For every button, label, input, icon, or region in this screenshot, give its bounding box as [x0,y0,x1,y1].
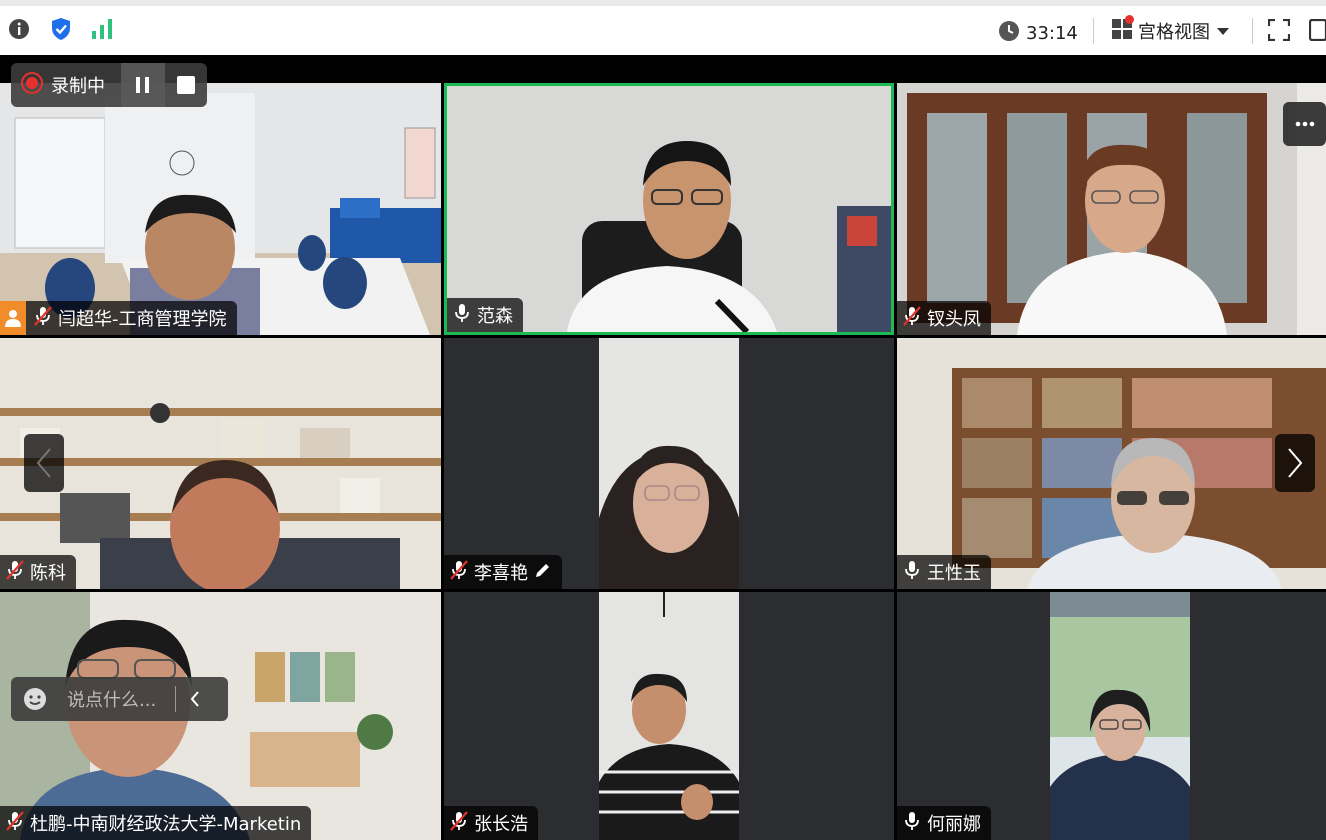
pencil-icon [534,561,552,584]
pause-icon [136,77,149,93]
chevron-left-icon [190,691,199,707]
divider [175,686,176,712]
recording-status: 录制中 [51,76,105,97]
timer-text: 33:14 [1026,23,1078,44]
grid-view-icon [1112,14,1134,44]
participant-label: 张长浩 [444,806,538,840]
mic-muted-icon [450,810,468,836]
smiley-icon [24,688,46,710]
mic-muted-icon [450,559,468,585]
divider [1252,18,1253,44]
mic-icon [903,560,921,585]
stop-recording-button[interactable] [177,76,195,94]
video-tile[interactable]: 何丽娜 [897,592,1326,840]
mic-icon [453,303,471,328]
signal-icon[interactable] [92,19,114,43]
chat-input[interactable]: 说点什么... [67,686,167,712]
mic-muted-icon [6,559,24,585]
mic-icon [903,811,921,836]
video-frame [0,83,441,335]
participant-label: 李喜艳 [444,555,562,589]
video-tile[interactable]: 王性玉 [897,338,1326,589]
more-options-button[interactable] [1283,102,1326,146]
video-tile[interactable]: 陈科 [0,338,441,589]
mic-muted-icon [903,305,921,331]
video-tile[interactable]: 李喜艳 [444,338,894,589]
participant-label: 陈科 [0,555,76,589]
participant-name: 李喜艳 [474,563,528,584]
participant-name: 范森 [477,306,513,327]
clock-icon [998,20,1020,47]
chevron-down-icon [1216,21,1230,42]
emoji-button[interactable] [23,687,47,711]
prev-page-button[interactable] [24,434,64,492]
record-indicator-icon [21,71,43,99]
stop-icon [177,76,195,94]
video-tile[interactable]: 闫超华-工商管理学院 [0,83,441,335]
video-tile[interactable]: 张长浩 [444,592,894,840]
video-tile[interactable]: 钗头凤 [897,83,1326,335]
participant-name: 钗头凤 [927,309,981,330]
video-frame [0,338,441,589]
video-frame [897,338,1326,589]
mic-muted-icon [6,810,24,836]
shield-check-icon[interactable] [50,17,72,45]
participant-label: 钗头凤 [897,301,991,335]
pause-recording-button[interactable] [121,63,165,107]
participant-name: 闫超华-工商管理学院 [58,309,227,330]
more-dots-icon [1295,121,1314,127]
notification-dot [1125,14,1134,24]
video-frame [599,592,739,840]
collapse-chat-button[interactable] [190,691,200,707]
recording-bar: 录制中 [11,63,207,107]
chevron-left-icon [36,448,51,478]
participant-label: 何丽娜 [897,806,991,840]
participant-name: 何丽娜 [927,814,981,835]
video-frame [599,338,739,589]
fullscreen-icon[interactable] [1267,18,1291,45]
chat-input-bar: 说点什么... [11,677,228,721]
top-toolbar: 33:14 宫格视图 [0,0,1326,55]
video-frame [897,83,1326,335]
participant-label: 杜鹏-中南财经政法大学-Marketin [0,806,312,840]
mic-muted-icon [34,305,52,331]
info-icon[interactable] [8,18,30,44]
layout-label: 宫格视图 [1138,22,1210,43]
video-frame [1050,592,1190,840]
layout-switch-button[interactable]: 宫格视图 [1112,14,1230,44]
participant-name: 王性玉 [927,563,981,584]
participant-name: 张长浩 [474,814,528,835]
divider [1093,18,1094,44]
video-frame [447,86,891,332]
participant-label: 闫超华-工商管理学院 [0,301,237,335]
video-grid: 闫超华-工商管理学院 范森 钗头凤 陈科 李喜艳 王性玉 杜鹏-中南财经政法大学… [0,83,1326,840]
participant-label: 王性玉 [897,555,991,589]
participant-name: 杜鹏-中南财经政法大学-Marketin [30,814,302,835]
meeting-timer: 33:14 [998,20,1078,47]
chevron-right-icon [1288,448,1303,478]
video-tile-active[interactable]: 范森 [444,83,894,335]
user-avatar-icon [0,301,26,335]
participant-label: 范森 [447,298,523,332]
next-page-button[interactable] [1275,434,1315,492]
window-icon[interactable] [1308,18,1326,45]
participant-name: 陈科 [30,563,66,584]
